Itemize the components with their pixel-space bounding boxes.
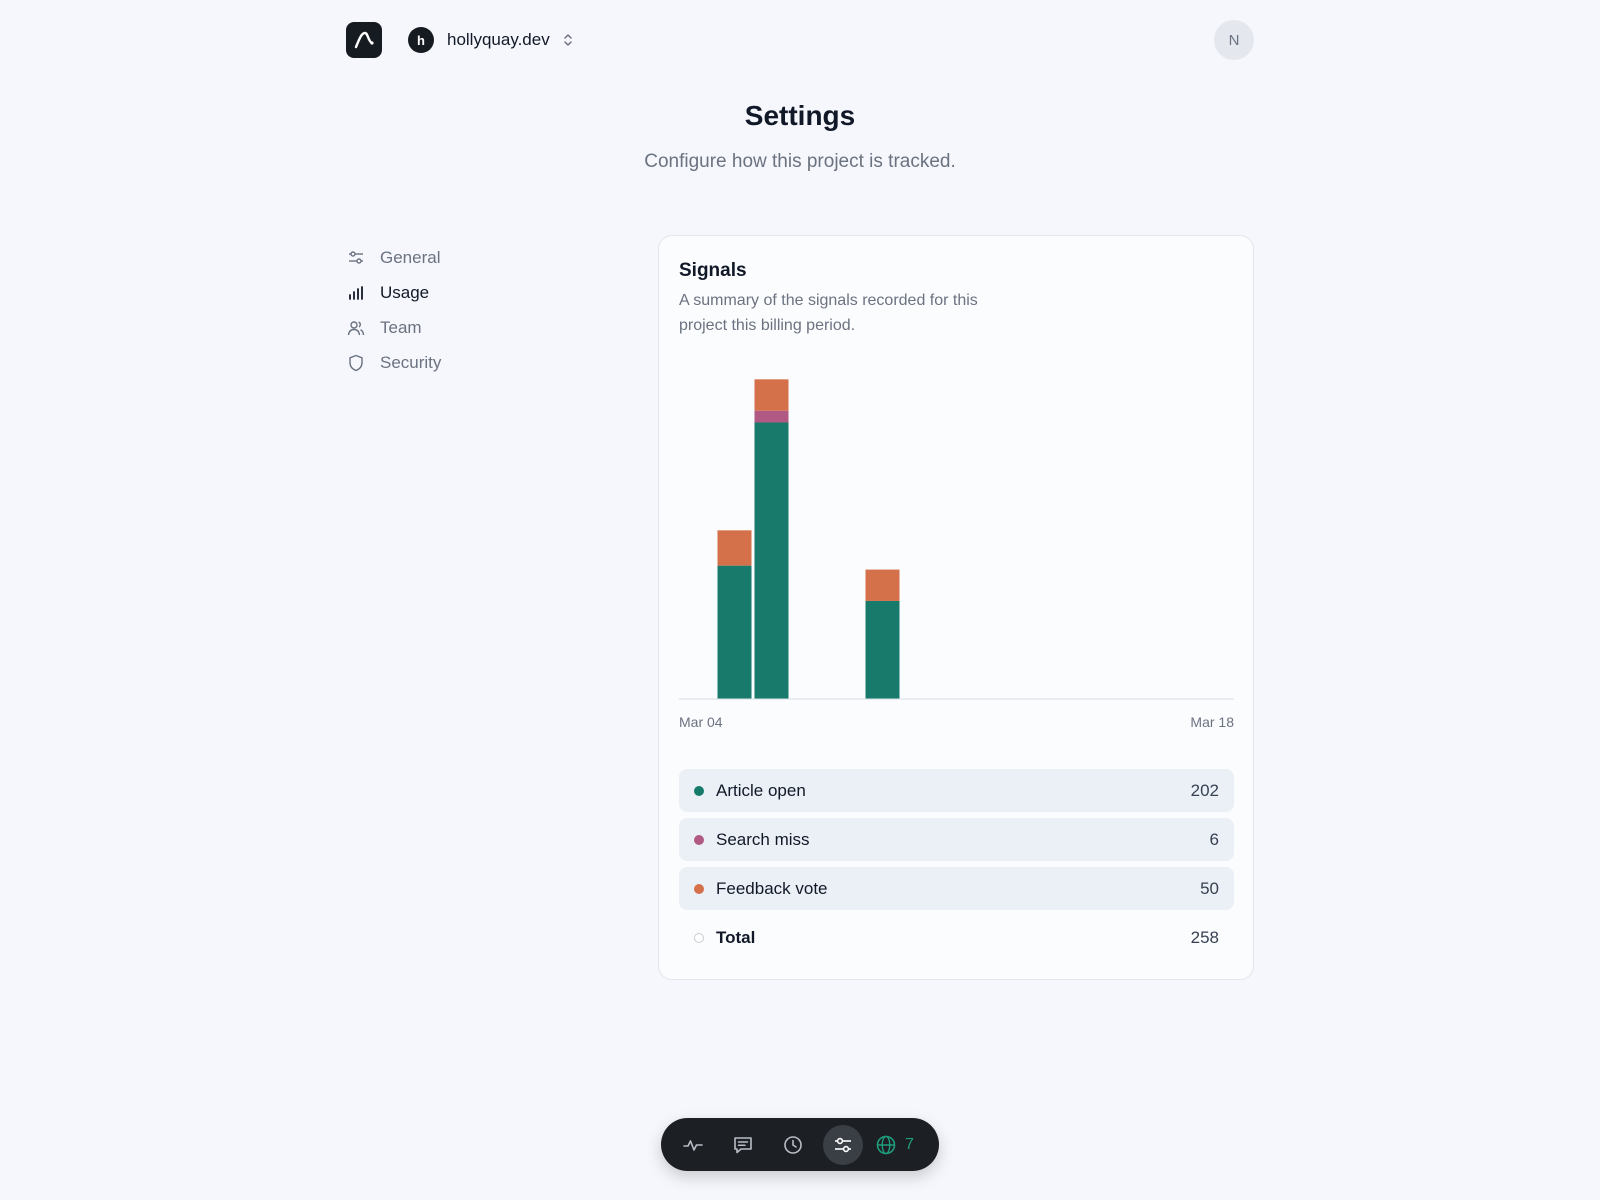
dock-live-visitors[interactable]: 7 — [875, 1134, 914, 1156]
sidebar-item-general[interactable]: General — [346, 240, 566, 275]
chevron-up-down-icon — [562, 32, 574, 48]
sidebar-item-label: Usage — [380, 282, 430, 302]
legend-label: Article open — [716, 780, 806, 800]
sliders-icon — [346, 248, 366, 268]
card-description: A summary of the signals recorded for th… — [679, 292, 978, 334]
bar-segment-article-open-5[interactable] — [865, 600, 900, 699]
sidebar-item-label: Team — [380, 317, 422, 337]
logo-curve-icon — [354, 31, 374, 49]
chart-bars — [717, 379, 900, 699]
signals-legend: Article open 202 Search miss 6 Feedback … — [679, 769, 1234, 965]
project-switcher[interactable]: h hollyquay.dev — [408, 27, 574, 53]
legend-row-feedback-vote: Feedback vote 50 — [679, 867, 1234, 910]
legend-dot — [694, 883, 704, 894]
app-logo[interactable] — [346, 22, 382, 58]
sidebar-item-label: General — [380, 247, 441, 267]
sliders-icon — [835, 1137, 851, 1152]
legend-label: Feedback vote — [716, 878, 828, 898]
legend-row-total: Total 258 — [679, 916, 1234, 959]
legend-row-article-open: Article open 202 — [679, 769, 1234, 812]
legend-label: Search miss — [716, 829, 810, 849]
dock-messages-button[interactable] — [723, 1125, 763, 1165]
legend-value: 202 — [1190, 780, 1219, 800]
bar-segment-feedback-vote-5[interactable] — [865, 569, 900, 601]
message-icon — [734, 1136, 752, 1153]
bar-segment-feedback-vote-2[interactable] — [754, 379, 789, 411]
card-title: Signals — [679, 260, 747, 281]
sidebar-item-label: Security — [380, 352, 442, 372]
settings-sidebar: General Usage Team Security — [346, 240, 566, 380]
clock-icon — [784, 1135, 802, 1154]
signals-card: Signals A summary of the signals recorde… — [658, 235, 1254, 980]
sidebar-item-team[interactable]: Team — [346, 310, 566, 345]
top-bar: h hollyquay.dev N — [346, 20, 1254, 60]
legend-dot — [694, 785, 704, 796]
bar-segment-article-open-1[interactable] — [717, 565, 752, 699]
project-name: hollyquay.dev — [447, 30, 550, 49]
shield-icon — [346, 353, 366, 373]
bar-segment-search-miss-2[interactable] — [754, 410, 789, 423]
bar-segment-feedback-vote-1[interactable] — [717, 530, 752, 566]
legend-total-value: 258 — [1190, 927, 1219, 947]
page-subtitle: Configure how this project is tracked. — [644, 151, 956, 172]
sidebar-item-usage[interactable]: Usage — [346, 275, 566, 310]
x-tick-label-end: Mar 18 — [1190, 714, 1234, 730]
user-avatar[interactable]: N — [1214, 20, 1254, 60]
live-visitor-count: 7 — [905, 1135, 914, 1153]
legend-dot-hollow — [694, 932, 704, 943]
page-title: Settings — [744, 100, 856, 131]
legend-total-label: Total — [716, 927, 756, 947]
bottom-dock: 7 — [661, 1118, 939, 1171]
users-icon — [346, 318, 366, 338]
legend-value: 6 — [1209, 829, 1219, 849]
bar-chart-icon — [346, 283, 366, 303]
activity-icon — [683, 1139, 703, 1151]
legend-dot — [694, 834, 704, 845]
x-tick-label-start: Mar 04 — [679, 714, 723, 730]
dock-settings-button[interactable] — [823, 1124, 863, 1165]
dock-activity-button[interactable] — [673, 1125, 713, 1165]
signals-chart: Mar 04 Mar 18 — [679, 379, 1234, 730]
bar-segment-article-open-2[interactable] — [754, 422, 789, 699]
globe-icon — [876, 1135, 896, 1154]
legend-row-search-miss: Search miss 6 — [679, 818, 1234, 861]
legend-value: 50 — [1200, 878, 1219, 898]
project-avatar: h — [408, 27, 434, 53]
sidebar-item-security[interactable]: Security — [346, 345, 566, 380]
dock-history-button[interactable] — [773, 1125, 813, 1165]
